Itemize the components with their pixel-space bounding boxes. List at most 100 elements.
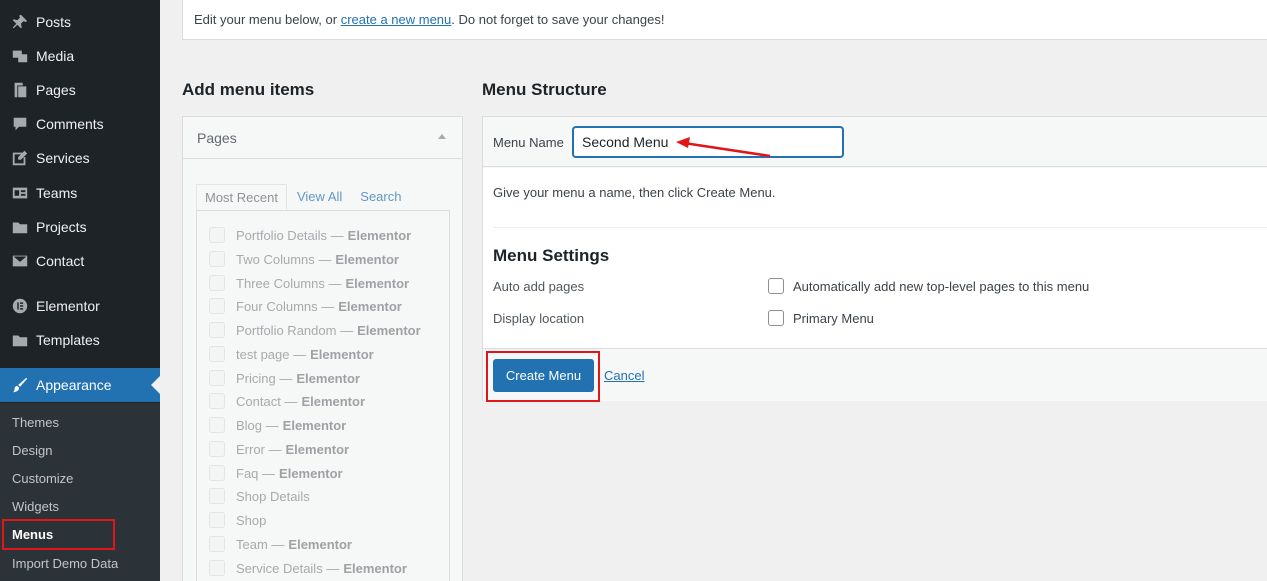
sidebar-item-label: Contact: [36, 253, 85, 269]
page-checkbox[interactable]: [209, 370, 225, 386]
page-name: Pricing: [236, 370, 276, 386]
list-item[interactable]: Shop Details: [209, 486, 310, 506]
page-checkbox[interactable]: [209, 275, 225, 291]
menu-body: Give your menu a name, then click Create…: [483, 168, 1267, 348]
sidebar-item-templates[interactable]: Templates: [0, 323, 160, 357]
sidebar-item-label: Elementor: [36, 298, 100, 314]
primary-menu-option[interactable]: Primary Menu: [768, 310, 874, 326]
page-suffix: Elementor: [288, 536, 352, 552]
sidebar-item-label: Appearance: [36, 377, 112, 393]
page-checkbox[interactable]: [209, 560, 225, 576]
page-checkbox[interactable]: [209, 488, 225, 504]
brush-icon: [0, 368, 36, 402]
menu-name-label: Menu Name: [493, 135, 564, 150]
page-name: Portfolio Details: [236, 227, 328, 243]
elementor-icon: [0, 289, 36, 323]
page-name: Faq: [236, 465, 259, 481]
edit-menu-notice: Edit your menu below, or create a new me…: [182, 0, 1267, 40]
page-checkbox[interactable]: [209, 417, 225, 433]
submenu-item-themes[interactable]: Themes: [12, 412, 59, 434]
menu-hint-text: Give your menu a name, then click Create…: [493, 185, 776, 200]
list-item[interactable]: Service Details — Elementor: [209, 558, 407, 578]
sidebar-item-label: Posts: [36, 14, 72, 30]
id-card-icon: [0, 176, 36, 210]
page-checkbox[interactable]: [209, 298, 225, 314]
page-suffix: Elementor: [279, 465, 343, 481]
list-item[interactable]: Pricing — Elementor: [209, 368, 360, 388]
page-name: Portfolio Random: [236, 322, 337, 338]
primary-menu-text: Primary Menu: [793, 310, 874, 326]
page-suffix: Elementor: [301, 393, 366, 409]
list-item[interactable]: test page — Elementor: [209, 344, 374, 364]
list-item[interactable]: Contact — Elementor: [209, 391, 365, 411]
page-checkbox[interactable]: [209, 512, 225, 528]
list-item[interactable]: Three Columns — Elementor: [209, 273, 409, 293]
list-item[interactable]: Team — Elementor: [209, 534, 352, 554]
page-name: Contact: [236, 393, 281, 409]
sidebar-item-elementor[interactable]: Elementor: [0, 289, 160, 323]
sidebar-item-posts[interactable]: Posts: [0, 5, 160, 39]
menu-structure-title: Menu Structure: [482, 80, 607, 99]
page-suffix: Elementor: [310, 346, 374, 362]
auto-add-pages-option[interactable]: Automatically add new top-level pages to…: [768, 278, 1089, 294]
collapse-arrow-icon[interactable]: [438, 134, 446, 139]
tab-search[interactable]: Search: [352, 184, 409, 212]
submenu-item-customize[interactable]: Customize: [12, 468, 73, 490]
tab-view-all[interactable]: View All: [289, 184, 350, 212]
page-name: Shop: [236, 512, 267, 528]
pages-accordion: Pages Most Recent View All Search Portfo…: [182, 116, 463, 581]
page-checkbox[interactable]: [209, 465, 225, 481]
page-suffix: Elementor: [285, 441, 350, 457]
page-name: Error: [236, 441, 265, 457]
sidebar-item-label: Teams: [36, 185, 78, 201]
cancel-link[interactable]: Cancel: [604, 368, 644, 383]
sidebar-item-contact[interactable]: Contact: [0, 244, 160, 278]
page-suffix: Elementor: [347, 227, 412, 243]
pages-accordion-title: Pages: [197, 130, 237, 146]
sidebar-item-label: Services: [36, 150, 90, 166]
auto-add-pages-checkbox[interactable]: [768, 278, 784, 294]
list-item[interactable]: Error — Elementor: [209, 439, 349, 459]
page-checkbox[interactable]: [209, 251, 225, 267]
pages-tabs: Most Recent View All Search: [196, 184, 411, 212]
sidebar-item-label: Pages: [36, 82, 76, 98]
comments-icon: [0, 107, 36, 141]
sidebar-item-pages[interactable]: Pages: [0, 73, 160, 107]
list-item[interactable]: Four Columns — Elementor: [209, 296, 402, 316]
sidebar-item-label: Comments: [36, 116, 104, 132]
sidebar-item-services[interactable]: Services: [0, 141, 160, 175]
page-checkbox[interactable]: [209, 536, 225, 552]
tab-most-recent[interactable]: Most Recent: [196, 184, 287, 212]
list-item[interactable]: Portfolio Details — Elementor: [209, 225, 411, 245]
menu-name-row: Menu Name: [483, 117, 1267, 167]
submenu-item-import-demo-data[interactable]: Import Demo Data: [12, 553, 118, 575]
page-checkbox[interactable]: [209, 441, 225, 457]
page-checkbox[interactable]: [209, 322, 225, 338]
media-icon: [0, 39, 36, 73]
list-item[interactable]: Faq — Elementor: [209, 463, 343, 483]
submenu-item-widgets[interactable]: Widgets: [12, 496, 59, 518]
sidebar-item-teams[interactable]: Teams: [0, 176, 160, 210]
list-item[interactable]: Shop: [209, 510, 266, 530]
list-item[interactable]: Portfolio Random — Elementor: [209, 320, 421, 340]
display-location-label: Display location: [493, 311, 585, 326]
sidebar-item-appearance[interactable]: Appearance: [0, 368, 160, 402]
create-new-menu-link[interactable]: create a new menu: [341, 12, 452, 27]
sidebar-item-media[interactable]: Media: [0, 39, 160, 73]
page-checkbox[interactable]: [209, 393, 225, 409]
list-item[interactable]: Two Columns — Elementor: [209, 249, 399, 269]
pages-accordion-header[interactable]: Pages: [183, 117, 462, 159]
sidebar-item-label: Projects: [36, 219, 87, 235]
sidebar-item-projects[interactable]: Projects: [0, 210, 160, 244]
admin-sidebar: Posts Media Pages Comments Services Team…: [0, 0, 160, 581]
auto-add-pages-text: Automatically add new top-level pages to…: [793, 278, 1090, 294]
submenu-item-design[interactable]: Design: [12, 440, 52, 462]
sidebar-item-comments[interactable]: Comments: [0, 107, 160, 141]
primary-menu-checkbox[interactable]: [768, 310, 784, 326]
create-menu-button[interactable]: Create Menu: [493, 359, 594, 392]
folder-icon: [0, 323, 36, 357]
list-item[interactable]: Blog — Elementor: [209, 415, 346, 435]
page-checkbox[interactable]: [209, 346, 225, 362]
page-checkbox[interactable]: [209, 227, 225, 243]
page-name: Shop Details: [236, 488, 310, 504]
